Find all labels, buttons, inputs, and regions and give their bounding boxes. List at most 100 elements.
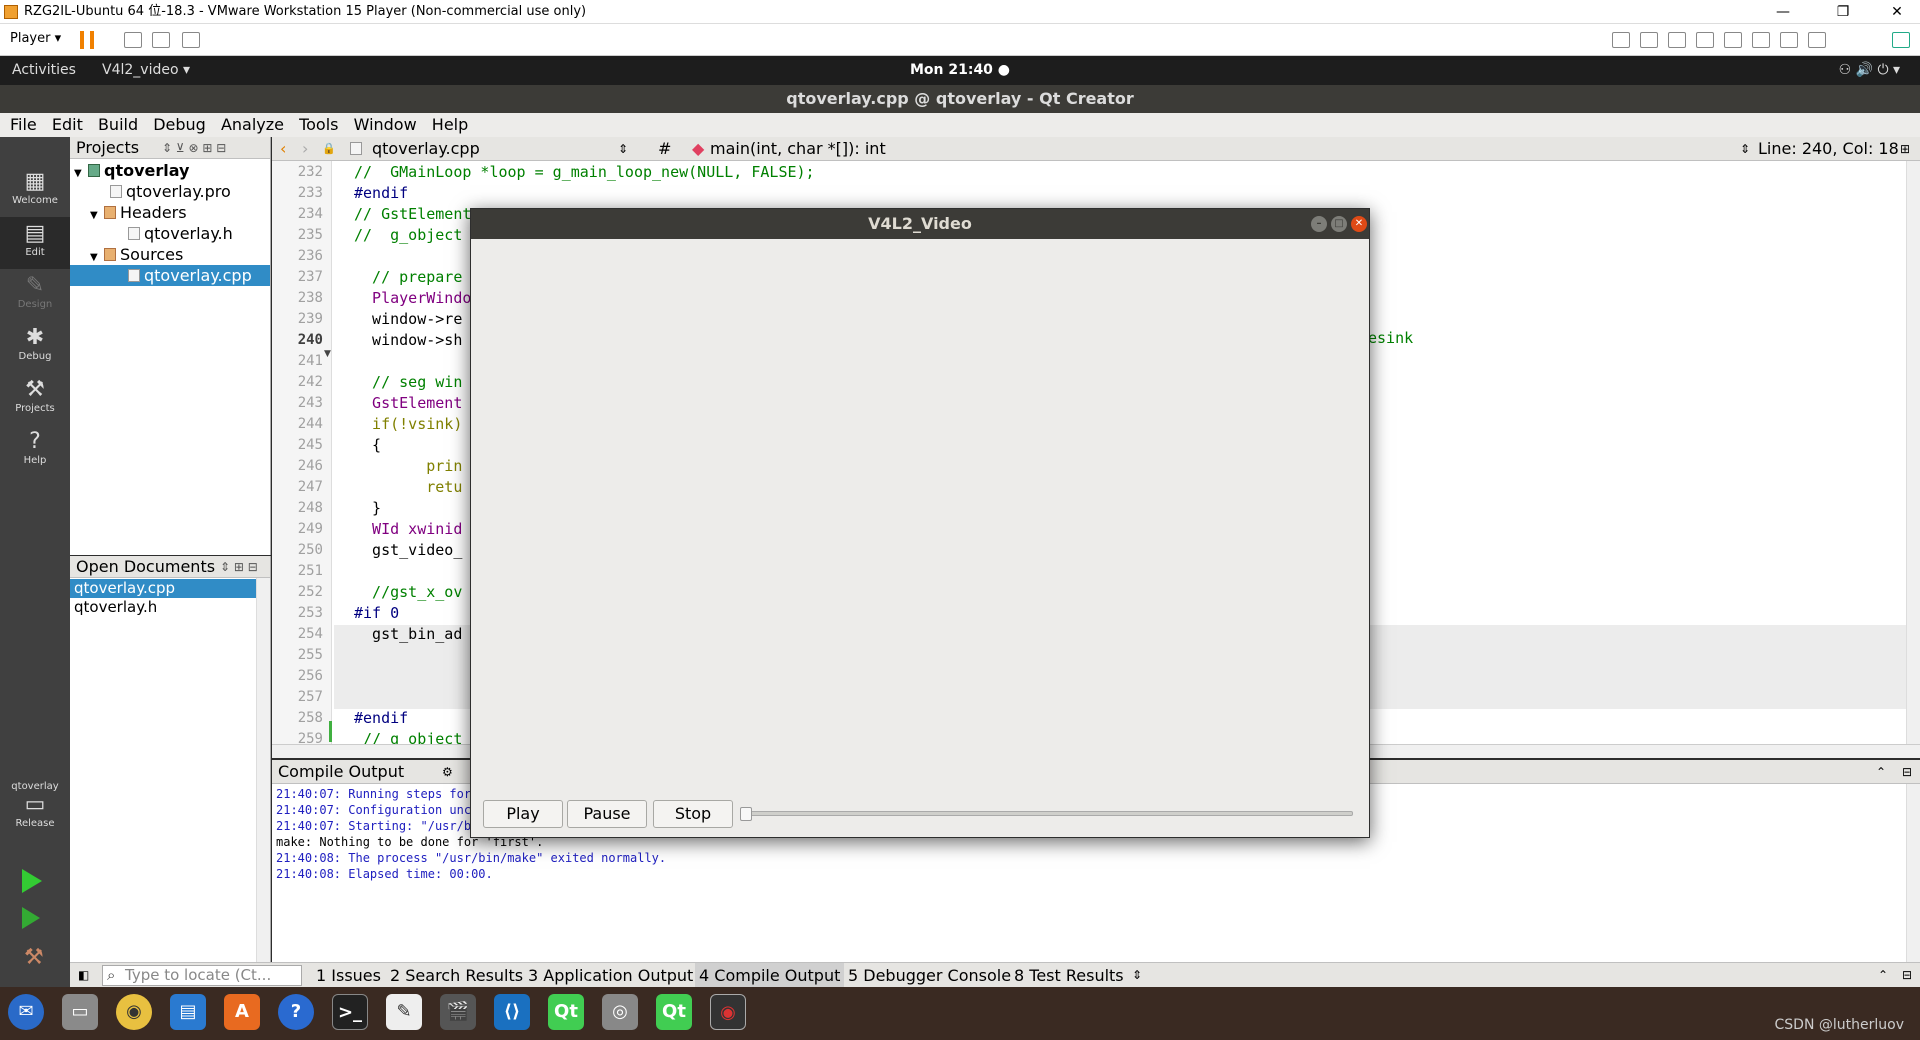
fold-arrow-icon[interactable]: ▼ bbox=[324, 349, 331, 359]
tree-pro-file[interactable]: qtoverlay.pro bbox=[70, 181, 270, 202]
device-camera-icon[interactable] bbox=[1808, 32, 1826, 48]
menu-file[interactable]: File bbox=[10, 115, 37, 134]
mode-projects[interactable]: ⚒ Projects bbox=[0, 373, 70, 425]
split-icon[interactable]: ⊞ bbox=[1900, 137, 1910, 161]
help-icon[interactable]: ? bbox=[278, 994, 314, 1030]
folder-icon bbox=[104, 206, 116, 219]
tree-sources-folder[interactable]: ▼ Sources bbox=[70, 244, 270, 265]
restore-button[interactable]: ❐ bbox=[1820, 0, 1866, 24]
device-printer-icon[interactable] bbox=[1724, 32, 1742, 48]
recorder-icon[interactable]: ◉ bbox=[710, 994, 746, 1030]
pause-button[interactable]: Pause bbox=[567, 800, 647, 828]
debug-run-icon[interactable] bbox=[22, 907, 40, 929]
build-hammer-icon[interactable]: ⚒ bbox=[24, 945, 44, 970]
player-menu[interactable]: Player ▾ bbox=[10, 31, 61, 46]
system-tray[interactable]: ⚇ 🔊 ⏻ ▾ bbox=[1839, 56, 1900, 85]
tab-issues[interactable]: 1 Issues bbox=[316, 963, 381, 988]
line-number: 251 bbox=[297, 563, 323, 579]
stop-button[interactable]: Stop bbox=[653, 800, 733, 828]
files-icon[interactable]: ▭ bbox=[62, 994, 98, 1030]
open-docs-scrollbar[interactable] bbox=[256, 578, 270, 987]
pane-toolbar-icons[interactable]: ⇕ ⊞ ⊟ bbox=[220, 556, 258, 578]
tab-application-output[interactable]: 3 Application Output bbox=[528, 963, 693, 988]
mode-design[interactable]: ✎ Design bbox=[0, 269, 70, 321]
menu-help[interactable]: Help bbox=[432, 115, 468, 134]
mode-debug[interactable]: ✱ Debug bbox=[0, 321, 70, 373]
device-sound-icon[interactable] bbox=[1752, 32, 1770, 48]
minimize-button[interactable]: — bbox=[1760, 0, 1806, 24]
video-icon[interactable]: 🎬 bbox=[440, 994, 476, 1030]
v4l2-video-window: V4L2_Video – □ ✕ Play Pause Stop bbox=[470, 208, 1370, 838]
pane-toolbar-icons[interactable]: ⇕ ⊻ ⊗ ⊞ ⊟ bbox=[162, 137, 226, 159]
editor-file-selector[interactable]: qtoverlay.cpp bbox=[372, 137, 480, 161]
fullscreen-icon[interactable] bbox=[152, 32, 170, 48]
tab-debugger-console[interactable]: 5 Debugger Console bbox=[848, 963, 1011, 988]
menu-window[interactable]: Window bbox=[354, 115, 417, 134]
clock[interactable]: Mon 21:40 ● bbox=[0, 56, 1920, 85]
tab-compile-output[interactable]: 4 Compile Output bbox=[695, 963, 845, 988]
qt-icon[interactable]: Qt bbox=[656, 994, 692, 1030]
device-display-icon[interactable] bbox=[1780, 32, 1798, 48]
tree-project-root[interactable]: ▼ qtoverlay bbox=[70, 160, 270, 181]
writer-icon[interactable]: ▤ bbox=[170, 994, 206, 1030]
cursor-position[interactable]: Line: 240, Col: 18 bbox=[1758, 137, 1899, 161]
tree-headers-folder[interactable]: ▼ Headers bbox=[70, 202, 270, 223]
software-icon[interactable]: A bbox=[224, 994, 260, 1030]
pause-vm-icon[interactable] bbox=[80, 31, 94, 49]
forward-arrow-icon[interactable]: › bbox=[302, 137, 308, 161]
rhythmbox-icon[interactable]: ◉ bbox=[116, 994, 152, 1030]
tab-search-results[interactable]: 2 Search Results bbox=[390, 963, 523, 988]
maximize-icon[interactable]: ⌃ bbox=[1878, 963, 1888, 988]
unity-icon[interactable] bbox=[182, 32, 200, 48]
qt-icon[interactable]: Qt bbox=[548, 994, 584, 1030]
close-pane-icon[interactable]: ⊟ bbox=[1902, 963, 1912, 988]
camera-icon[interactable]: ◎ bbox=[602, 994, 638, 1030]
terminal-icon[interactable]: >_ bbox=[332, 994, 368, 1030]
dialog-minimize-icon[interactable]: – bbox=[1311, 216, 1327, 232]
dialog-close-icon[interactable]: ✕ bbox=[1351, 216, 1367, 232]
mode-help[interactable]: ? Help bbox=[0, 425, 70, 477]
menu-debug[interactable]: Debug bbox=[153, 115, 206, 134]
menu-tools[interactable]: Tools bbox=[299, 115, 338, 134]
device-network-icon[interactable] bbox=[1696, 32, 1714, 48]
code-line: retu bbox=[354, 478, 463, 496]
progress-slider[interactable] bbox=[740, 807, 1353, 821]
vscode-icon[interactable]: ⟨⟩ bbox=[494, 994, 530, 1030]
back-arrow-icon[interactable]: ‹ bbox=[280, 137, 286, 161]
locator-input[interactable]: ⌕ Type to locate (Ct... bbox=[102, 965, 302, 986]
output-scrollbar[interactable] bbox=[1906, 784, 1920, 962]
open-documents-selector[interactable]: Open Documents bbox=[76, 557, 215, 576]
maximize-output-icon[interactable]: ⌃ bbox=[1876, 760, 1886, 784]
more-tabs-icon[interactable]: ⇕ bbox=[1132, 963, 1142, 988]
editor-vertical-scrollbar[interactable] bbox=[1906, 161, 1920, 744]
symbol-selector[interactable]: main(int, char *[]): int bbox=[710, 137, 886, 161]
thunderbird-icon[interactable]: ✉ bbox=[8, 994, 44, 1030]
menu-build[interactable]: Build bbox=[98, 115, 138, 134]
text-editor-icon[interactable]: ✎ bbox=[386, 994, 422, 1030]
tab-test-results[interactable]: 8 Test Results bbox=[1014, 963, 1124, 988]
message-icon[interactable] bbox=[1892, 32, 1910, 48]
dialog-maximize-icon[interactable]: □ bbox=[1331, 216, 1347, 232]
toggle-sidebar-icon[interactable]: ◧ bbox=[78, 963, 89, 988]
tree-source-file[interactable]: qtoverlay.cpp bbox=[70, 265, 270, 286]
kit-selector[interactable]: qtoverlay ▭ Release bbox=[0, 777, 70, 849]
device-hdd-icon[interactable] bbox=[1612, 32, 1630, 48]
mode-welcome[interactable]: ▦ Welcome bbox=[0, 165, 70, 217]
device-usb-icon[interactable] bbox=[1668, 32, 1686, 48]
run-icon[interactable] bbox=[22, 869, 42, 893]
open-doc-item[interactable]: qtoverlay.h bbox=[70, 598, 256, 617]
projects-view-selector[interactable]: Projects bbox=[76, 138, 139, 157]
tree-header-file[interactable]: qtoverlay.h bbox=[70, 223, 270, 244]
output-filter-icon[interactable]: ⚙ bbox=[442, 760, 453, 784]
close-button[interactable]: ✕ bbox=[1874, 0, 1920, 24]
menu-analyze[interactable]: Analyze bbox=[221, 115, 284, 134]
device-cd-icon[interactable] bbox=[1640, 32, 1658, 48]
symbol-hash[interactable]: # bbox=[658, 137, 671, 161]
send-keys-icon[interactable] bbox=[124, 32, 142, 48]
slider-handle[interactable] bbox=[740, 807, 752, 821]
open-doc-item[interactable]: qtoverlay.cpp bbox=[70, 579, 256, 598]
close-output-icon[interactable]: ⊟ bbox=[1902, 760, 1912, 784]
mode-edit[interactable]: ▤ Edit bbox=[0, 217, 70, 269]
menu-edit[interactable]: Edit bbox=[52, 115, 83, 134]
play-button[interactable]: Play bbox=[483, 800, 563, 828]
